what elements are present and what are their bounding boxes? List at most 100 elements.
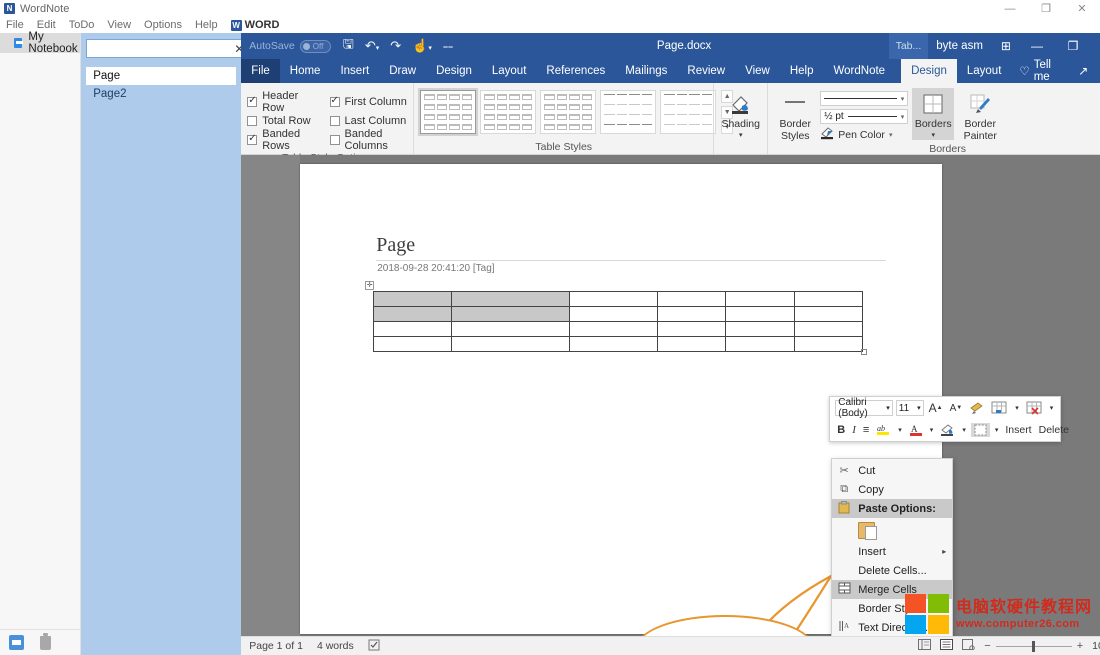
- qat-more-button[interactable]: ⩵: [443, 41, 453, 52]
- read-mode-button[interactable]: [918, 639, 931, 653]
- zoom-in-button[interactable]: +: [1077, 640, 1083, 652]
- word-close-button[interactable]: ✕: [1091, 33, 1100, 59]
- checkbox-last-column[interactable]: Last Column: [330, 115, 408, 127]
- table-cell[interactable]: [794, 292, 862, 307]
- shading-button[interactable]: Shading ▾: [720, 88, 761, 140]
- zoom-handle[interactable]: [1032, 641, 1035, 652]
- undo-button[interactable]: ↶▾: [365, 38, 379, 54]
- font-color-caret-icon[interactable]: ▾: [928, 426, 936, 434]
- context-menu-item-paste-options[interactable]: Paste Options:: [832, 499, 952, 518]
- table-cell[interactable]: [374, 292, 452, 307]
- touch-mode-button[interactable]: ☝▾: [412, 38, 432, 54]
- table-cell[interactable]: [569, 292, 657, 307]
- wordnote-close-button[interactable]: ✕: [1064, 0, 1100, 17]
- border-painter-button[interactable]: Border Painter: [958, 88, 1002, 142]
- tab-mailings[interactable]: Mailings: [615, 59, 677, 83]
- table-cell[interactable]: [374, 337, 452, 352]
- table-cell[interactable]: [794, 307, 862, 322]
- share-icon[interactable]: ↗: [1073, 64, 1094, 78]
- cell-borders-caret-icon[interactable]: ▾: [993, 426, 1001, 434]
- tab-table-design[interactable]: Design: [901, 59, 957, 83]
- grow-font-icon[interactable]: A▲: [927, 401, 945, 415]
- borders-caret-icon[interactable]: ▾: [931, 132, 935, 140]
- word-count[interactable]: 4 words: [317, 640, 354, 652]
- table-cell[interactable]: [726, 307, 794, 322]
- font-name-dropdown[interactable]: Calibri (Body) ▾: [835, 400, 893, 416]
- trash-icon[interactable]: [40, 636, 51, 650]
- autosave-control[interactable]: AutoSave Off: [249, 40, 331, 53]
- menu-todo[interactable]: ToDo: [69, 19, 95, 31]
- table-cell[interactable]: [452, 322, 569, 337]
- italic-button[interactable]: I: [850, 424, 858, 436]
- tab-file[interactable]: File: [241, 59, 280, 83]
- pen-color-button[interactable]: Pen Color ▾: [820, 127, 908, 143]
- tab-layout[interactable]: Layout: [482, 59, 537, 83]
- table-style-4[interactable]: [600, 90, 656, 134]
- context-menu-item-insert[interactable]: Insert ▸: [832, 542, 952, 561]
- table-cell[interactable]: [569, 337, 657, 352]
- tab-design[interactable]: Design: [426, 59, 482, 83]
- table-cell[interactable]: [657, 337, 725, 352]
- borders-button[interactable]: Borders ▾: [912, 88, 954, 140]
- pen-color-caret-icon[interactable]: ▾: [889, 131, 893, 139]
- insert-label[interactable]: Insert: [1003, 424, 1033, 436]
- font-color-icon[interactable]: A: [907, 423, 925, 437]
- tab-references[interactable]: References: [536, 59, 615, 83]
- save-notebook-icon[interactable]: [9, 635, 24, 650]
- table-style-2[interactable]: [480, 90, 536, 134]
- ribbon-display-options-icon[interactable]: ⊞: [993, 39, 1019, 53]
- tab-review[interactable]: Review: [677, 59, 735, 83]
- line-weight-dropdown[interactable]: ½ pt ▾: [820, 109, 908, 124]
- table-cell[interactable]: [726, 292, 794, 307]
- zoom-track[interactable]: [996, 646, 1072, 647]
- autosave-toggle[interactable]: Off: [300, 40, 331, 53]
- insert-table-icon[interactable]: [989, 401, 1010, 415]
- highlight-caret-icon[interactable]: ▾: [896, 426, 904, 434]
- font-size-dropdown[interactable]: 11 ▾: [896, 400, 924, 416]
- table-cell[interactable]: [569, 307, 657, 322]
- context-menu-item-copy[interactable]: ⧉ Copy: [832, 480, 952, 499]
- delete-table-icon[interactable]: [1024, 401, 1045, 415]
- insert-caret-icon[interactable]: ▾: [1013, 404, 1021, 412]
- context-menu-item-cut[interactable]: ✂ Cut: [832, 461, 952, 480]
- zoom-level[interactable]: 100%: [1092, 640, 1100, 652]
- checkbox-header-row[interactable]: Header Row: [247, 90, 319, 114]
- document-table[interactable]: [373, 291, 863, 352]
- word-maximize-button[interactable]: ❐: [1055, 33, 1091, 59]
- tab-draw[interactable]: Draw: [379, 59, 426, 83]
- tab-view[interactable]: View: [735, 59, 780, 83]
- table-cell[interactable]: [374, 322, 452, 337]
- table-cell[interactable]: [569, 322, 657, 337]
- table-style-3[interactable]: [540, 90, 596, 134]
- print-layout-button[interactable]: [940, 639, 953, 653]
- web-layout-button[interactable]: [962, 639, 975, 653]
- page-indicator[interactable]: Page 1 of 1: [249, 640, 303, 652]
- line-style-dropdown[interactable]: ▾: [820, 91, 908, 106]
- table-style-5[interactable]: [660, 90, 716, 134]
- menu-word[interactable]: W WORD: [231, 19, 280, 31]
- table-cell[interactable]: [726, 337, 794, 352]
- shading-caret-icon[interactable]: ▾: [739, 132, 743, 140]
- word-minimize-button[interactable]: —: [1019, 33, 1055, 59]
- redo-button[interactable]: ↷: [390, 38, 401, 54]
- border-styles-button[interactable]: Border Styles: [774, 88, 816, 142]
- table-cell[interactable]: [794, 322, 862, 337]
- table-cell[interactable]: [657, 307, 725, 322]
- search-input[interactable]: [90, 43, 232, 55]
- table-cell[interactable]: [452, 337, 569, 352]
- format-painter-icon[interactable]: [967, 402, 986, 415]
- tab-insert[interactable]: Insert: [330, 59, 379, 83]
- proofing-icon[interactable]: [368, 639, 380, 654]
- tab-wordnote[interactable]: WordNote: [824, 59, 896, 83]
- checkbox-banded-columns[interactable]: Banded Columns: [330, 128, 408, 152]
- tab-home[interactable]: Home: [280, 59, 331, 83]
- table-cell[interactable]: [657, 292, 725, 307]
- wordnote-minimize-button[interactable]: —: [992, 0, 1028, 17]
- menu-help[interactable]: Help: [195, 19, 218, 31]
- shrink-font-icon[interactable]: A▼: [948, 403, 965, 414]
- table-cell[interactable]: [657, 322, 725, 337]
- zoom-slider[interactable]: − +: [984, 640, 1083, 652]
- delete-label[interactable]: Delete: [1037, 424, 1071, 436]
- wordnote-restore-button[interactable]: ❐: [1028, 0, 1064, 17]
- checkbox-banded-rows[interactable]: Banded Rows: [247, 128, 319, 152]
